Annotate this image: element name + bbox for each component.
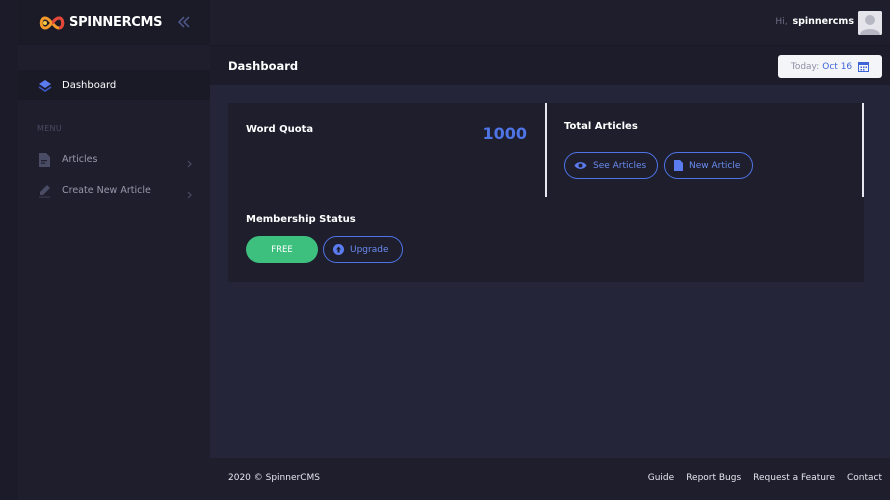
infinity-logo-icon — [37, 13, 67, 33]
menu-section-heading: MENU — [37, 124, 62, 133]
user-greeting[interactable]: Hi, spinnercms — [775, 16, 854, 27]
chevron-right-icon — [186, 185, 194, 199]
date-picker-button[interactable]: Today: Oct 16 — [778, 55, 882, 78]
page-title: Dashboard — [228, 59, 299, 73]
see-articles-label: See Articles — [593, 160, 647, 171]
upgrade-label: Upgrade — [350, 244, 389, 255]
total-articles-title: Total Articles — [564, 121, 638, 132]
footer-link-report-bugs[interactable]: Report Bugs — [686, 473, 741, 483]
top-bar: Hi, spinnercms — [210, 0, 890, 45]
sidebar-item-articles[interactable]: Articles — [18, 147, 210, 171]
main-content: Word Quota 1000 Total Articles See Artic… — [210, 85, 890, 458]
copyright: 2020 © SpinnerCMS — [228, 473, 320, 483]
sidebar-item-label: Create New Article — [62, 184, 151, 196]
eye-icon — [574, 161, 593, 170]
document-icon — [38, 152, 51, 167]
sidebar-item-label: Dashboard — [62, 79, 117, 91]
sidebar-item-dashboard[interactable]: Dashboard — [18, 70, 210, 100]
footer-link-guide[interactable]: Guide — [648, 473, 674, 483]
subheader: Dashboard Today: Oct 16 — [210, 45, 890, 85]
greeting-text: Hi, — [775, 17, 788, 27]
membership-status-title: Membership Status — [246, 214, 356, 225]
upgrade-button[interactable]: Upgrade — [323, 236, 403, 263]
word-quota-panel: Word Quota 1000 — [228, 103, 545, 197]
dashboard-card: Word Quota 1000 Total Articles See Artic… — [228, 103, 864, 282]
footer-link-contact[interactable]: Contact — [847, 473, 882, 483]
footer: 2020 © SpinnerCMS Guide Report Bugs Requ… — [210, 458, 890, 500]
avatar[interactable] — [858, 11, 882, 35]
sidebar-item-label: Articles — [62, 153, 98, 165]
sidebar: SPINNERCMS Dashboard MENU Articles Creat… — [18, 0, 210, 500]
app-frame: SPINNERCMS Dashboard MENU Articles Creat… — [18, 0, 890, 500]
collapse-sidebar-icon[interactable] — [176, 14, 192, 30]
arrow-up-circle-icon — [333, 244, 350, 255]
word-quota-title: Word Quota — [246, 124, 314, 135]
footer-link-request-feature[interactable]: Request a Feature — [753, 473, 835, 483]
pencil-icon — [38, 183, 51, 198]
new-article-label: New Article — [689, 160, 741, 171]
membership-status-badge[interactable]: FREE — [246, 236, 318, 263]
panel-divider — [862, 103, 864, 197]
see-articles-button[interactable]: See Articles — [564, 152, 658, 179]
footer-links: Guide Report Bugs Request a Feature Cont… — [648, 473, 882, 483]
layers-icon — [38, 78, 52, 92]
date-label: Today: — [790, 61, 820, 72]
username: spinnercms — [792, 16, 854, 27]
calendar-icon — [858, 61, 870, 72]
date-value: Oct 16 — [822, 61, 853, 72]
document-icon — [674, 160, 689, 171]
sidebar-item-create-new-article[interactable]: Create New Article — [18, 178, 210, 202]
chevron-right-icon — [186, 154, 194, 168]
panel-divider — [545, 103, 547, 197]
new-article-button[interactable]: New Article — [664, 152, 753, 179]
brand-name: SPINNERCMS — [69, 15, 163, 30]
word-quota-value: 1000 — [482, 124, 527, 143]
